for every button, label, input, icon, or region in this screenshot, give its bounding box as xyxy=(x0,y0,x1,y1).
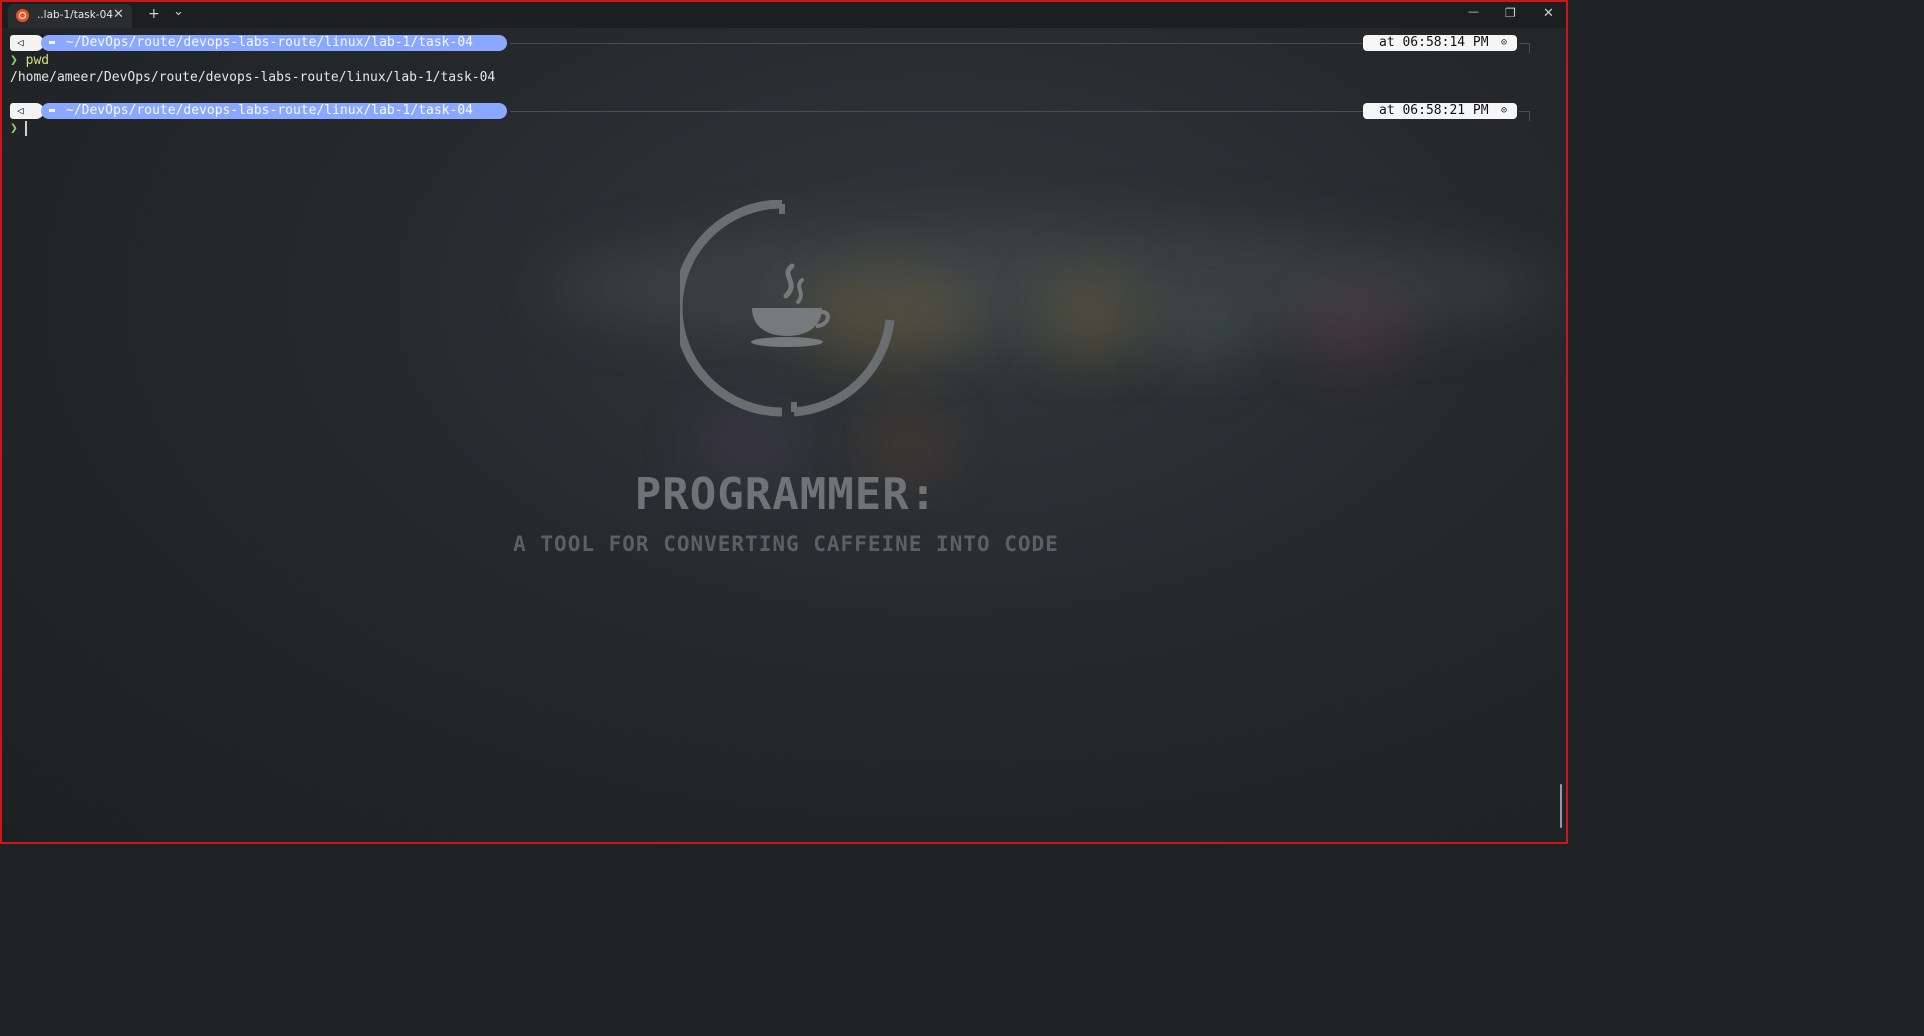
ubuntu-icon xyxy=(16,9,29,22)
folder-icon: ▬ xyxy=(49,105,56,116)
command-text: pwd xyxy=(25,53,50,68)
minimize-button[interactable]: — xyxy=(1468,5,1479,18)
prompt-chevron: ❯ xyxy=(10,121,18,136)
bg-glow xyxy=(1042,272,1142,362)
prompt-corner xyxy=(1519,111,1530,121)
title-bar: ..lab-1/task-04 ✕ + ⌄ — ❐ ✕ xyxy=(2,2,1566,28)
tab-title: ..lab-1/task-04 xyxy=(37,9,113,21)
coffee-cup-icon xyxy=(680,200,895,417)
prompt-divider xyxy=(510,43,1365,44)
clock-icon: ⊙ xyxy=(1501,37,1508,48)
prompt-path: ~/DevOps/route/devops-labs-route/linux/l… xyxy=(66,35,473,50)
wallpaper-subtitle: A TOOL FOR CONVERTING CAFFEINE INTO CODE xyxy=(513,532,1059,556)
path-segment: ▬ ~/DevOps/route/devops-labs-route/linux… xyxy=(41,35,507,51)
window-close-button[interactable]: ✕ xyxy=(1543,6,1554,21)
command-output: /home/ameer/DevOps/route/devops-labs-rou… xyxy=(10,70,496,85)
os-icon: ◁ xyxy=(17,104,24,117)
clock-icon: ⊙ xyxy=(1501,105,1508,116)
prompt-line: ◁ ▬ ~/DevOps/route/devops-labs-route/lin… xyxy=(10,35,1530,53)
bg-glow xyxy=(1302,292,1412,372)
active-command-line[interactable]: ❯ xyxy=(10,121,18,136)
tab-dropdown-button[interactable]: ⌄ xyxy=(173,4,184,19)
prompt-path: ~/DevOps/route/devops-labs-route/linux/l… xyxy=(66,103,473,118)
os-icon: ◁ xyxy=(17,36,24,49)
prompt-divider xyxy=(510,111,1365,112)
new-tab-button[interactable]: + xyxy=(148,6,160,22)
terminal-window: ..lab-1/task-04 ✕ + ⌄ — ❐ ✕ ◁ ▬ ~/DevOps… xyxy=(0,0,1568,844)
tab-terminal[interactable]: ..lab-1/task-04 ✕ xyxy=(8,4,132,28)
time-segment: at 06:58:21 PM ⊙ xyxy=(1363,103,1517,119)
path-segment: ▬ ~/DevOps/route/devops-labs-route/linux… xyxy=(41,103,507,119)
scrollbar[interactable] xyxy=(1560,784,1562,828)
bg-glow xyxy=(1162,302,1242,372)
maximize-button[interactable]: ❐ xyxy=(1505,6,1516,20)
text-cursor xyxy=(25,121,27,136)
folder-icon: ▬ xyxy=(49,37,56,48)
tab-close-button[interactable]: ✕ xyxy=(113,7,124,22)
prompt-time: at 06:58:21 PM xyxy=(1379,103,1489,118)
os-segment: ◁ xyxy=(10,35,44,51)
prompt-chevron: ❯ xyxy=(10,53,18,68)
time-segment: at 06:58:14 PM ⊙ xyxy=(1363,35,1517,51)
prompt-corner xyxy=(1519,43,1530,53)
prompt-time: at 06:58:14 PM xyxy=(1379,35,1489,50)
wallpaper-title: PROGRAMMER: xyxy=(634,469,938,520)
prompt-line: ◁ ▬ ~/DevOps/route/devops-labs-route/lin… xyxy=(10,103,1530,121)
os-segment: ◁ xyxy=(10,103,44,119)
command-line: ❯ pwd xyxy=(10,53,49,68)
